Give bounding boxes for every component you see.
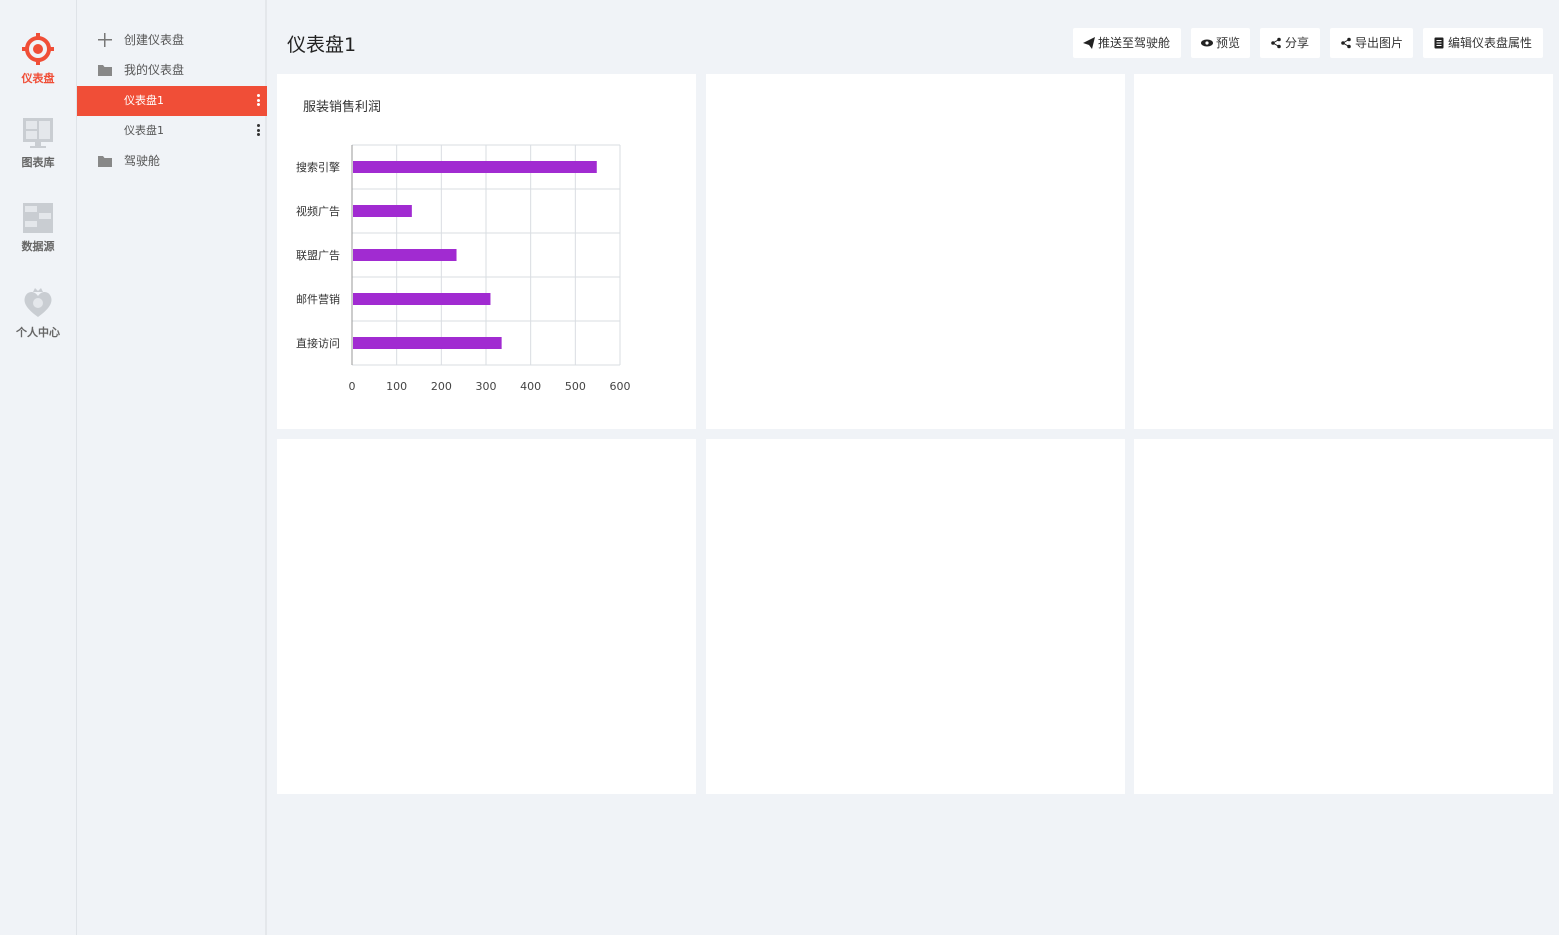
x-tick-label: 400 [520,380,541,393]
create-dashboard-label: 创建仪表盘 [124,33,185,47]
preview-button[interactable]: 预览 [1191,28,1250,58]
dashboard-icon [22,33,54,65]
category-label: 搜索引擎 [296,160,340,174]
plus-icon [98,33,112,47]
icon-rail: 仪表盘 图表库 数据源 个人中心 [0,0,77,935]
rail-item-personal-center[interactable]: 个人中心 [0,286,76,340]
folder-icon [98,156,112,167]
folder-icon [98,65,112,76]
share-icon [1271,37,1281,49]
edit-label: 编辑仪表盘属性 [1448,36,1533,50]
preview-label: 预览 [1216,36,1241,50]
rail-item-dashboard[interactable]: 仪表盘 [0,32,76,86]
push-label: 推送至驾驶舱 [1098,36,1171,50]
share-icon [1341,37,1351,49]
datasource-icon [23,203,53,233]
category-label: 直接访问 [296,336,340,350]
empty-panel[interactable] [706,439,1125,794]
personal-center-icon [24,288,52,317]
bar [353,293,491,305]
create-dashboard-button[interactable]: 创建仪表盘 [77,25,267,55]
tree-item-label: 仪表盘1 [124,124,164,137]
bar [353,249,457,261]
export-label: 导出图片 [1355,36,1404,50]
category-label: 视频广告 [296,204,340,218]
tree-item-label: 仪表盘1 [124,94,164,107]
more-vertical-icon[interactable] [257,94,261,108]
share-label: 分享 [1285,36,1310,50]
tree-item-dashboard[interactable]: 仪表盘1 [77,86,267,116]
empty-panel[interactable] [1134,74,1553,429]
bar [353,161,597,173]
category-label: 邮件营销 [296,292,340,306]
x-tick-label: 0 [349,380,356,393]
chart-panel[interactable]: 服装销售利润 0 100 200 300 400 500 600 搜索引擎 视频广告 联盟广告 邮件… [277,74,696,429]
rail-label: 仪表盘 [21,72,55,85]
folder-cockpit[interactable]: 驾驶舱 [77,146,267,176]
eye-icon [1201,39,1213,47]
push-to-cockpit-button[interactable]: 推送至驾驶舱 [1073,28,1181,58]
folder-label: 我的仪表盘 [124,63,185,77]
empty-panel[interactable] [277,439,696,794]
bar [353,205,412,217]
page-title: 仪表盘1 [287,34,357,56]
rail-label: 个人中心 [16,326,60,339]
x-tick-label: 600 [610,380,631,393]
rail-label: 图表库 [21,156,55,169]
category-label: 联盟广告 [296,249,340,262]
rail-label: 数据源 [21,240,55,253]
rail-item-datasource[interactable]: 数据源 [0,200,76,254]
send-icon [1083,37,1095,49]
x-tick-label: 100 [386,380,407,393]
folder-my-dashboards[interactable]: 我的仪表盘 [77,55,267,85]
x-tick-label: 200 [431,380,452,393]
folder-label: 驾驶舱 [124,154,161,168]
x-tick-label: 500 [565,380,586,393]
export-image-button[interactable]: 导出图片 [1330,28,1413,58]
tree-item-dashboard[interactable]: 仪表盘1 [77,116,267,146]
share-button[interactable]: 分享 [1260,28,1320,58]
x-tick-label: 300 [476,380,497,393]
document-icon [1434,37,1444,49]
dashboard-tree: 创建仪表盘 我的仪表盘 仪表盘1 仪表盘1 驾驶舱 [77,0,267,935]
rail-item-chart-library[interactable]: 图表库 [0,116,76,170]
bar [353,337,502,349]
empty-panel[interactable] [706,74,1125,429]
empty-panel[interactable] [1134,439,1553,794]
chart-library-icon [23,118,53,148]
more-vertical-icon[interactable] [257,124,261,138]
edit-dashboard-properties-button[interactable]: 编辑仪表盘属性 [1423,28,1543,58]
bar-chart: 0 100 200 300 400 500 600 搜索引擎视频广告联盟广告邮件营销直接访问 [296,144,631,393]
